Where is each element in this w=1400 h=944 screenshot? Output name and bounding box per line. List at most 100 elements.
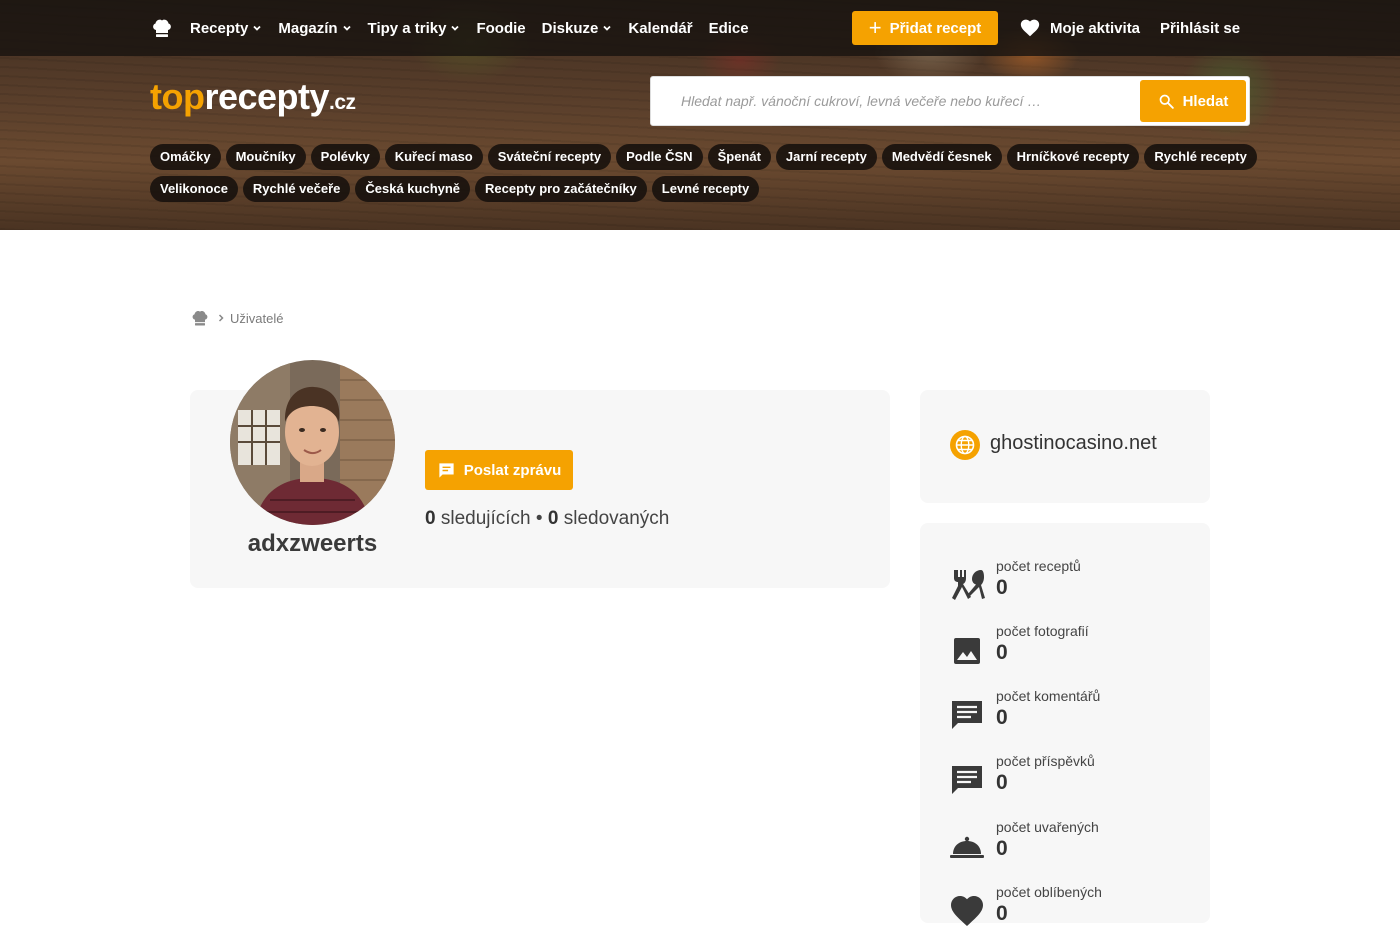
breadcrumb: Uživatelé xyxy=(190,308,283,328)
login-label: Přihlásit se xyxy=(1160,19,1241,37)
stat-label: počet receptů xyxy=(996,558,1081,574)
stat-label: počet fotografií xyxy=(996,623,1089,639)
tag-jarni-recepty[interactable]: Jarní recepty xyxy=(775,144,877,170)
comment-icon xyxy=(952,701,982,729)
nav-label: Recepty xyxy=(190,19,249,37)
message-icon xyxy=(439,462,454,478)
utensils-icon xyxy=(952,570,985,600)
nav-label: Diskuze xyxy=(541,19,599,37)
stat-label: počet oblíbených xyxy=(996,884,1102,900)
tag-hrnickove-recepty[interactable]: Hrníčkové recepty xyxy=(1006,144,1140,170)
nav-item-magazin[interactable]: Magazín xyxy=(278,20,351,37)
avatar-photo xyxy=(230,360,395,525)
send-message-button[interactable]: Poslat zprávu xyxy=(425,450,573,490)
tag-moucniky[interactable]: Moučníky xyxy=(225,144,306,170)
post-icon xyxy=(952,766,982,794)
stat-comments: počet komentářů 0 xyxy=(948,688,1198,748)
tag-rychle-recepty[interactable]: Rychlé recepty xyxy=(1144,144,1257,170)
breadcrumb-users[interactable]: Uživatelé xyxy=(230,311,283,326)
follow-stats: 0 sledujících • 0 sledovaných xyxy=(425,508,669,530)
nav-item-kalendar[interactable]: Kalendář xyxy=(628,20,692,37)
tag-omacky[interactable]: Omáčky xyxy=(150,144,221,170)
search-input[interactable] xyxy=(653,79,1133,123)
add-recipe-label: Přidat recept xyxy=(889,19,982,37)
nav-item-tipy[interactable]: Tipy a triky xyxy=(368,20,461,37)
chef-hat-icon[interactable] xyxy=(190,308,210,328)
my-activity-label: Moje aktivita xyxy=(1050,19,1141,37)
nav-item-foodie[interactable]: Foodie xyxy=(476,20,525,37)
stat-recipes: počet receptů 0 xyxy=(948,558,1198,618)
website-link[interactable]: ghostinocasino.net xyxy=(990,432,1157,455)
chevron-down-icon xyxy=(253,25,261,31)
image-icon xyxy=(954,638,980,664)
search-bar: Hledat xyxy=(650,76,1250,126)
stat-value: 0 xyxy=(996,706,1008,729)
tag-polevky[interactable]: Polévky xyxy=(310,144,380,170)
chevron-right-icon xyxy=(218,314,224,322)
nav-label: Edice xyxy=(708,19,749,37)
plus-icon: + xyxy=(868,15,882,40)
website-card: ghostinocasino.net xyxy=(920,390,1210,503)
my-activity-link[interactable]: Moje aktivita xyxy=(1019,0,1140,56)
add-recipe-button[interactable]: + Přidat recept xyxy=(852,11,998,45)
profile-card: adxzweerts Poslat zprávu 0 sledujících •… xyxy=(190,360,890,588)
stat-favorites: počet oblíbených 0 xyxy=(948,884,1198,944)
tag-levne-recepty[interactable]: Levné recepty xyxy=(651,176,760,202)
follow-separator: • xyxy=(535,508,543,529)
tag-podle-csn[interactable]: Podle ČSN xyxy=(616,144,703,170)
stat-label: počet uvařených xyxy=(996,819,1099,835)
tag-medvedi-cesnek[interactable]: Medvědí česnek xyxy=(881,144,1002,170)
tag-svatecni-recepty[interactable]: Sváteční recepty xyxy=(487,144,612,170)
search-button[interactable]: Hledat xyxy=(1140,80,1246,122)
following-label[interactable]: sledovaných xyxy=(564,508,670,529)
top-navigation-bar: Recepty Magazín Tipy a triky Foodie Disk… xyxy=(0,0,1400,56)
logo-part-cz: .cz xyxy=(329,91,356,114)
heart-icon xyxy=(1020,19,1040,37)
stat-value: 0 xyxy=(996,837,1008,860)
tag-rychle-vecere[interactable]: Rychlé večeře xyxy=(242,176,351,202)
stat-posts: počet příspěvků 0 xyxy=(948,753,1198,813)
globe-icon xyxy=(950,430,980,460)
chevron-down-icon xyxy=(451,25,460,31)
stat-photos: počet fotografií 0 xyxy=(948,623,1198,683)
search-icon xyxy=(1159,94,1174,109)
stat-value: 0 xyxy=(996,641,1008,664)
nav-item-edice[interactable]: Edice xyxy=(709,20,749,37)
nav-label: Magazín xyxy=(278,19,338,37)
site-logo[interactable]: toprecepty.cz xyxy=(150,76,356,118)
stat-value: 0 xyxy=(996,576,1008,599)
tag-velikonoce[interactable]: Velikonoce xyxy=(150,176,238,202)
login-link[interactable]: Přihlásit se xyxy=(1160,0,1240,56)
nav-item-recepty[interactable]: Recepty xyxy=(190,20,262,37)
logo-part-recepty: recepty xyxy=(204,76,330,117)
chevron-down-icon xyxy=(603,25,611,31)
tag-row: Velikonoce Rychlé večeře Česká kuchyně R… xyxy=(150,176,1230,202)
stat-label: počet komentářů xyxy=(996,688,1101,704)
nav-label: Tipy a triky xyxy=(367,19,447,37)
popular-tags: Omáčky Moučníky Polévky Kuřecí maso Svát… xyxy=(150,144,1257,208)
tag-kureci-maso[interactable]: Kuřecí maso xyxy=(384,144,483,170)
tag-row: Omáčky Moučníky Polévky Kuřecí maso Svát… xyxy=(150,144,1257,170)
tag-ceska-kuchyne[interactable]: Česká kuchyně xyxy=(355,176,471,202)
tag-spenat[interactable]: Špenát xyxy=(707,144,771,170)
stat-value: 0 xyxy=(996,771,1008,794)
search-button-label: Hledat xyxy=(1182,92,1229,110)
heart-icon xyxy=(951,896,983,926)
cloche-icon xyxy=(950,836,984,858)
following-count: 0 xyxy=(547,508,559,529)
nav-item-diskuze[interactable]: Diskuze xyxy=(542,20,613,37)
send-message-label: Poslat zprávu xyxy=(463,461,562,479)
username: adxzweerts xyxy=(247,530,378,557)
avatar[interactable] xyxy=(230,360,395,525)
stat-cooked: počet uvařených 0 xyxy=(948,819,1198,879)
stat-value: 0 xyxy=(996,902,1008,925)
header-hero: Recepty Magazín Tipy a triky Foodie Disk… xyxy=(0,0,1400,230)
followers-count: 0 xyxy=(425,508,436,529)
followers-label[interactable]: sledujících xyxy=(441,508,531,529)
tag-recepty-pro-zacatecniky[interactable]: Recepty pro začátečníky xyxy=(475,176,647,202)
chevron-down-icon xyxy=(342,25,351,31)
main-nav: Recepty Magazín Tipy a triky Foodie Disk… xyxy=(150,0,765,56)
nav-label: Foodie xyxy=(476,19,526,37)
chef-hat-icon[interactable] xyxy=(150,16,174,40)
user-stats-card: počet receptů 0 počet fotografií 0 počet… xyxy=(920,523,1210,926)
